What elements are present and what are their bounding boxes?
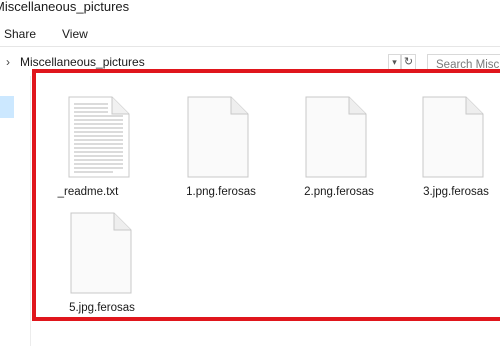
- tab-view[interactable]: View: [62, 27, 88, 41]
- address-path[interactable]: Miscellaneous_pictures: [20, 55, 145, 69]
- chevron-right-icon[interactable]: ›: [6, 55, 10, 69]
- tab-share[interactable]: Share: [4, 27, 36, 41]
- ribbon-tabs: Share View: [0, 20, 500, 47]
- navigation-pane: [0, 76, 30, 346]
- nav-selected-item[interactable]: [0, 96, 14, 118]
- window-title-bar: Miscellaneous_pictures: [0, 0, 500, 18]
- pane-divider[interactable]: [30, 76, 31, 346]
- window-title: Miscellaneous_pictures: [0, 0, 130, 14]
- highlight-frame: [32, 69, 500, 321]
